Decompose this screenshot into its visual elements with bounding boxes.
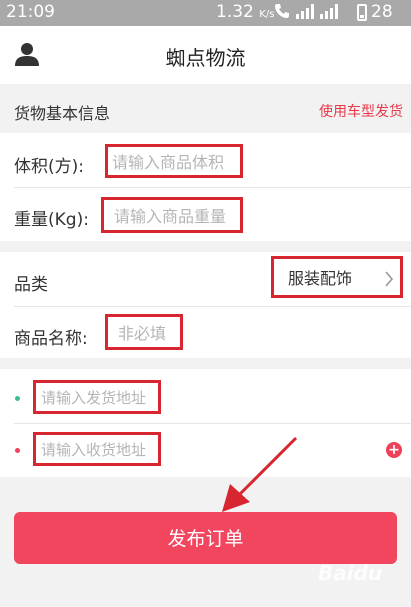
cargo-section-header: 货物基本信息 使用车型发货	[0, 90, 411, 130]
ship-to-dot-icon	[15, 448, 20, 453]
watermark-logo: Baidu	[318, 561, 383, 585]
use-vehicle-type-link[interactable]: 使用车型发货	[319, 101, 403, 121]
signal-icon-2	[320, 3, 338, 19]
category-value: 服装配饰	[288, 269, 353, 288]
network-speed: 1.32 K/s	[216, 2, 275, 22]
category-select[interactable]: 服装配饰	[271, 256, 403, 298]
chevron-right-icon	[385, 271, 394, 287]
publish-order-button[interactable]: 发布订单	[14, 512, 397, 564]
volume-input[interactable]: 请输入商品体积	[105, 144, 243, 178]
phone-icon	[275, 4, 289, 18]
status-icons	[274, 3, 338, 19]
status-bar: 21:09 1.32 K/s 28	[0, 0, 411, 26]
annotation-arrow-icon	[222, 436, 298, 512]
ship-from-dot-icon	[15, 396, 20, 401]
divider	[14, 187, 411, 188]
cargo-section-title: 货物基本信息	[14, 104, 111, 123]
battery-icon	[357, 3, 367, 21]
add-waypoint-icon[interactable]: +	[386, 442, 402, 458]
divider	[14, 306, 411, 307]
ship-to-input[interactable]: 请输入收货地址	[33, 432, 161, 466]
signal-icon	[296, 3, 314, 19]
volume-label: 体积(方):	[14, 157, 84, 177]
weight-label: 重量(Kg):	[14, 210, 89, 230]
product-name-label: 商品名称:	[14, 329, 88, 349]
weight-input[interactable]: 请输入商品重量	[101, 197, 243, 233]
category-label: 品类	[14, 275, 48, 295]
battery-indicator: 28	[357, 2, 393, 22]
app-header: 蜘点物流	[0, 26, 411, 84]
battery-level: 28	[371, 2, 393, 22]
page-title: 蜘点物流	[165, 46, 246, 70]
product-name-input[interactable]: 非必填	[105, 314, 183, 350]
divider	[14, 423, 411, 424]
ship-from-input[interactable]: 请输入发货地址	[33, 380, 161, 414]
status-time: 21:09	[6, 2, 55, 22]
